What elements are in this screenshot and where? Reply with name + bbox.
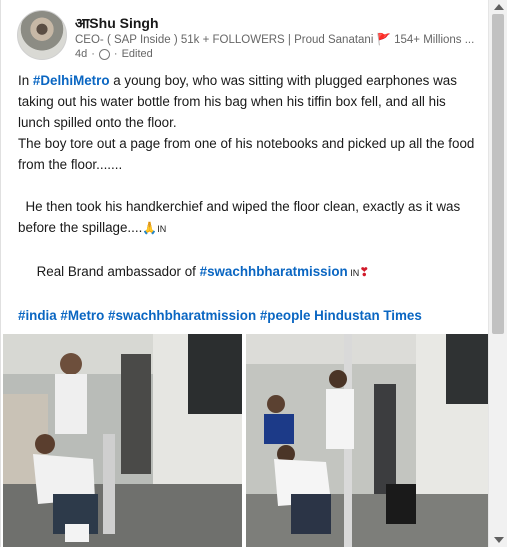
post-paragraph-1: In #DelhiMetro a young boy, who was sitt… [18, 70, 480, 133]
flag-label: IN [157, 224, 167, 234]
meta-separator-2: · [113, 48, 118, 60]
hashtag-delhimetro[interactable]: #DelhiMetro [33, 73, 110, 88]
paragraph-text: In [18, 73, 33, 88]
post-paragraph-2: The boy tore out a page from one of his … [18, 136, 475, 172]
post-photo-right[interactable] [246, 334, 488, 547]
folded-hands-emoji: 🙏 [142, 221, 158, 235]
paragraph-text: Real Brand ambassador of [18, 264, 200, 279]
author-avatar[interactable] [17, 10, 67, 60]
scroll-down-icon[interactable] [494, 537, 504, 543]
globe-icon [98, 48, 110, 60]
post-paragraph-4: Real Brand ambassador of #swachhbharatmi… [18, 261, 480, 284]
heart-emoji: ❣ [359, 265, 370, 279]
post-time: 4d [75, 48, 88, 60]
author-headline: CEO- ( SAP Inside ) 51k + FOLLOWERS | Pr… [75, 34, 475, 46]
author-name[interactable]: आShu Singh [75, 14, 159, 33]
metro-photo-right [246, 334, 488, 547]
scroll-up-icon[interactable] [494, 4, 504, 10]
post-paragraph-3: He then took his handkerchief and wiped … [18, 196, 480, 240]
feed-post-card: आShu Singh CEO- ( SAP Inside ) 51k + FOL… [0, 0, 488, 547]
edited-label: Edited [121, 48, 153, 60]
post-header: आShu Singh CEO- ( SAP Inside ) 51k + FOL… [17, 10, 477, 62]
hashtag-list[interactable]: #india #Metro #swachhbharatmission #peop… [18, 305, 480, 326]
post-body: In #DelhiMetro a young boy, who was sitt… [18, 70, 480, 326]
hashtag-swachhbharatmission[interactable]: #swachhbharatmission [200, 264, 348, 279]
post-photo-left[interactable] [3, 334, 242, 547]
flag-label: IN [347, 268, 360, 278]
meta-separator: · [91, 48, 95, 60]
post-meta: 4d · · Edited [75, 48, 153, 60]
paragraph-text: He then took his handkerchief and wiped … [18, 199, 464, 235]
metro-photo-left [3, 334, 242, 547]
vertical-scrollbar[interactable] [488, 0, 507, 547]
scrollbar-thumb[interactable] [492, 14, 504, 334]
